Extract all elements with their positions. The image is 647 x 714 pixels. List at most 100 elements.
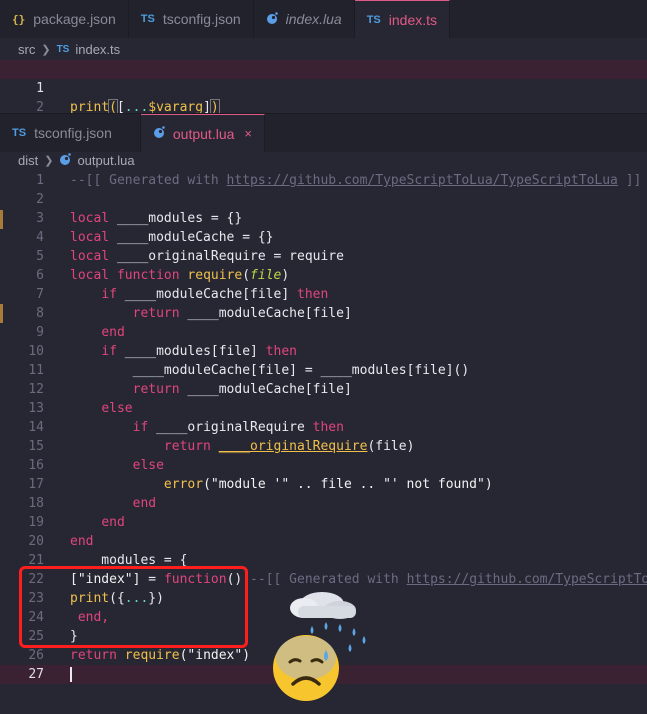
tab-label: tsconfig.json [34, 125, 112, 141]
code-line: 4 local ____moduleCache = {} [0, 228, 647, 247]
code-line: 2 [0, 79, 647, 115]
code-text: local function require(file) [70, 268, 290, 283]
code-line: 11 ____moduleCache[file] = ____modules[f… [0, 361, 647, 380]
line-number: 19 [28, 515, 44, 530]
breadcrumb: dist ❯ output.lua [0, 149, 647, 171]
code-line: 18 end [0, 494, 647, 513]
line-number: 5 [36, 249, 44, 264]
link[interactable]: https://github.com/TypeScriptToLua [407, 572, 647, 587]
line-number: 7 [36, 287, 44, 302]
code-line: 17 error("module '" .. file .. "' not fo… [0, 475, 647, 494]
chevron-right-icon: ❯ [44, 154, 54, 167]
tab-label: output.lua [172, 125, 235, 142]
breadcrumb-folder[interactable]: src [18, 42, 35, 57]
line-number: 20 [28, 534, 44, 549]
tab-label: index.lua [285, 11, 342, 27]
line-number: 10 [28, 344, 44, 359]
line-number: 4 [36, 230, 44, 245]
code-line: 5 local ____originalRequire = require [0, 247, 647, 266]
code-line: 1 print([...$vararg]) [0, 60, 647, 116]
code-line: 2 [0, 190, 647, 209]
code-line: 6 local function require(file) [0, 266, 647, 285]
line-number: 17 [28, 477, 44, 492]
code-text: if ____originalRequire then [132, 420, 344, 435]
code-text: local ____originalRequire = require [70, 249, 344, 264]
code-text: return ____moduleCache[file] [132, 306, 352, 321]
code-line: 15 return ____originalRequire(file) [0, 437, 647, 456]
breadcrumb: src ❯ TS index.ts [0, 38, 647, 60]
code-text: end [70, 534, 94, 549]
code-text: error("module '" .. file .. "' not found… [163, 477, 493, 492]
line-number: 3 [36, 211, 44, 226]
text-cursor [70, 667, 72, 682]
code-line: 9 end [0, 323, 647, 342]
tab-label: index.ts [388, 11, 438, 28]
code-line: 12 return ____moduleCache[file] [0, 380, 647, 399]
tab-package-json[interactable]: {} package.json [0, 0, 129, 38]
line-number: 16 [28, 458, 44, 473]
ts-editor[interactable]: 1 print([...$vararg]) 2 [0, 60, 647, 116]
line-number: 26 [28, 648, 44, 663]
code-text: return ____originalRequire(file) [163, 439, 415, 454]
code-line: 13 else [0, 399, 647, 418]
code-line: 16 else [0, 456, 647, 475]
code-line: 19 end [0, 513, 647, 532]
line-number: 8 [36, 306, 44, 321]
code-text: else [132, 458, 164, 473]
top-tab-bar: {} package.json TS tsconfig.json index.l… [0, 0, 647, 38]
highlight-box [19, 566, 248, 648]
typescript-file-icon: TS [56, 43, 70, 55]
breadcrumb-file[interactable]: output.lua [77, 153, 134, 168]
code-line: 7 if ____moduleCache[file] then [0, 285, 647, 304]
code-line: 10 if ____modules[file] then [0, 342, 647, 361]
code-text: else [101, 401, 133, 416]
line-number: 9 [36, 325, 44, 340]
breadcrumb-folder[interactable]: dist [18, 153, 38, 168]
code-text: local ____moduleCache = {} [70, 230, 274, 245]
code-text: return require("index") [70, 648, 251, 663]
link[interactable]: https://github.com/TypeScriptToLua/TypeS… [227, 173, 618, 188]
line-number: 13 [28, 401, 44, 416]
breadcrumb-file[interactable]: index.ts [75, 42, 120, 57]
code-line: 3 local ____modules = {} [0, 209, 647, 228]
tab-tsconfig-json[interactable]: TS tsconfig.json [0, 114, 141, 152]
code-line: 1 --[[ Generated with https://github.com/… [0, 171, 647, 190]
line-number: 15 [28, 439, 44, 454]
typescript-file-icon: TS [366, 13, 381, 26]
sad-face-icon [273, 635, 339, 701]
code-line: 14 if ____originalRequire then [0, 418, 647, 437]
code-text: if ____modules[file] then [101, 344, 297, 359]
line-number: 1 [36, 173, 44, 188]
code-text: return ____moduleCache[file] [132, 382, 352, 397]
line-number: 11 [28, 363, 44, 378]
close-icon[interactable]: × [244, 126, 252, 141]
code-text [70, 665, 72, 684]
lua-file-icon [59, 152, 72, 168]
tab-output-lua[interactable]: output.lua × [140, 114, 265, 152]
chevron-right-icon: ❯ [41, 43, 51, 56]
json-file-icon: {} [12, 12, 26, 26]
lua-file-icon [266, 11, 278, 27]
tab-label: package.json [33, 11, 116, 27]
typescript-file-icon: TS [12, 127, 27, 139]
line-number: 2 [36, 192, 44, 207]
line-number: 18 [28, 496, 44, 511]
line-number: 6 [36, 268, 44, 283]
line-number: 27 [28, 667, 44, 682]
code-line: 20 end [0, 532, 647, 551]
code-text: local ____modules = {} [70, 211, 243, 226]
typescript-file-icon: TS [140, 13, 155, 25]
code-text: --[[ Generated with https://github.com/T… [70, 173, 642, 188]
tab-index-ts[interactable]: TS index.ts [354, 0, 451, 38]
sad-rain-cloud-emoji [273, 592, 366, 701]
code-text: end [132, 496, 157, 511]
code-text: end [101, 325, 125, 340]
code-line: 8 return ____moduleCache[file] [0, 304, 647, 323]
tab-index-lua[interactable]: index.lua [253, 0, 355, 38]
lua-file-icon [153, 126, 165, 141]
line-number: 12 [28, 382, 44, 397]
code-text: ____moduleCache[file] = ____modules[file… [132, 363, 470, 378]
bottom-tab-bar: TS tsconfig.json output.lua × [0, 114, 647, 152]
tab-label: tsconfig.json [162, 11, 241, 27]
tab-tsconfig-json[interactable]: TS tsconfig.json [128, 0, 254, 38]
